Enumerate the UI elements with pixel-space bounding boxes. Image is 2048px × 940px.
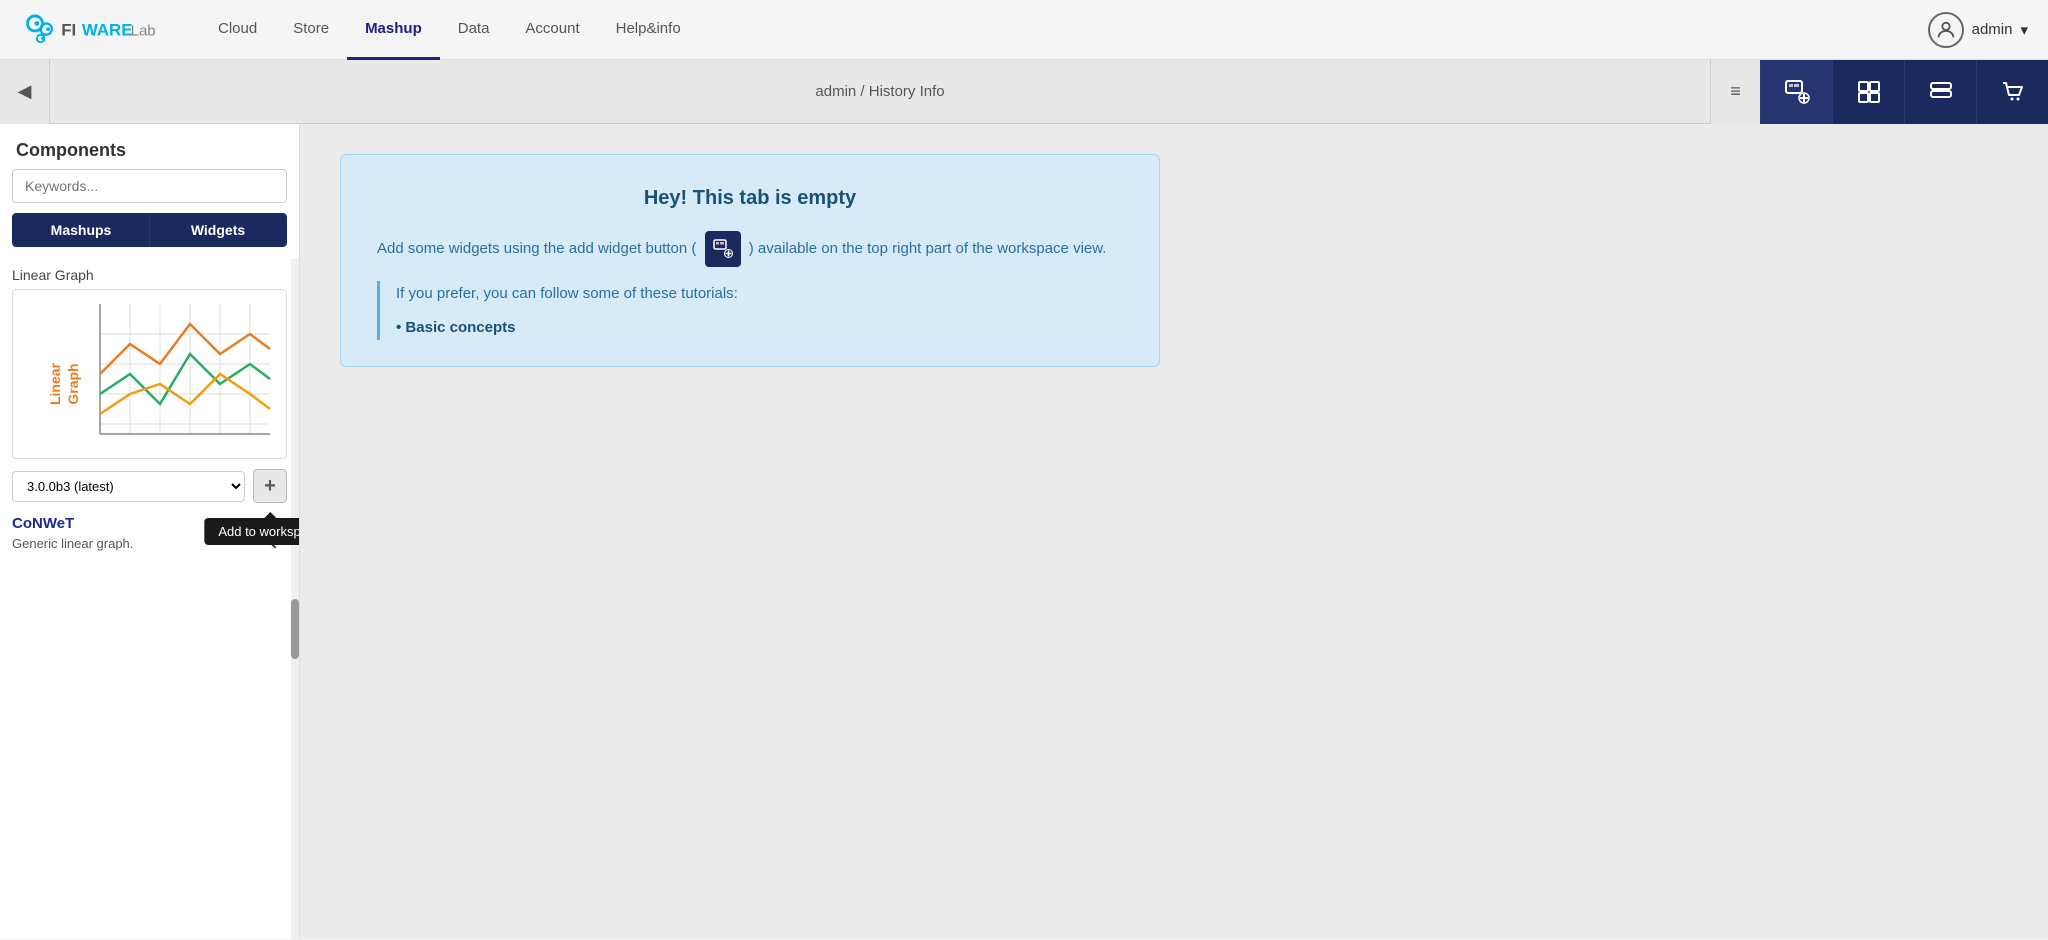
- nav-item-data[interactable]: Data: [440, 0, 508, 60]
- workspace-button[interactable]: [1904, 60, 1976, 124]
- svg-text:Lab: Lab: [131, 22, 156, 39]
- version-row: 3.0.0b3 (latest) + Add to workspace ↖: [12, 469, 287, 503]
- cart-icon: [2000, 79, 2026, 105]
- puzzle-icon: [1856, 79, 1882, 105]
- search-input[interactable]: [12, 169, 287, 203]
- add-widget-inline-icon: [705, 231, 741, 267]
- toolbar-row: ◀ admin / History Info ≡: [0, 60, 2048, 124]
- nav-item-helpinfo[interactable]: Help&info: [598, 0, 699, 60]
- basic-concepts-link[interactable]: Basic concepts: [405, 319, 515, 336]
- nav-item-store[interactable]: Store: [275, 0, 347, 60]
- collapse-sidebar-button[interactable]: ◀: [0, 60, 50, 124]
- empty-tab-title: Hey! This tab is empty: [377, 181, 1123, 215]
- user-menu[interactable]: admin ▾: [1928, 12, 2028, 48]
- user-dropdown-icon: ▾: [2020, 21, 2028, 39]
- components-title: Components: [0, 124, 299, 169]
- empty-body-post: ) available on the top right part of the…: [749, 240, 1107, 257]
- empty-tab-box: Hey! This tab is empty Add some widgets …: [340, 154, 1160, 367]
- user-avatar-icon: [1928, 12, 1964, 48]
- widgets-tab[interactable]: Widgets: [150, 214, 286, 246]
- nav-links: Cloud Store Mashup Data Account Help&inf…: [200, 0, 1928, 60]
- add-icon: +: [264, 475, 276, 498]
- breadcrumb: admin / History Info: [50, 83, 1710, 100]
- version-select[interactable]: 3.0.0b3 (latest): [12, 471, 245, 502]
- component-preview: Linear Graph: [12, 289, 287, 459]
- nav-item-cloud[interactable]: Cloud: [200, 0, 275, 60]
- sidebar: Components Mashups Widgets Linear Graph: [0, 124, 300, 939]
- cart-button[interactable]: [1976, 60, 2048, 124]
- tutorial-item: Basic concepts: [396, 315, 1123, 341]
- toolbar-menu-button[interactable]: ≡: [1710, 60, 1760, 124]
- component-description: Generic linear graph.: [0, 534, 299, 559]
- svg-text:Linear: Linear: [47, 362, 63, 405]
- component-chart: Linear Graph: [20, 294, 280, 454]
- svg-text:WARE: WARE: [82, 20, 133, 39]
- menu-icon: ≡: [1730, 81, 1741, 102]
- main-content: Hey! This tab is empty Add some widgets …: [300, 124, 2048, 939]
- empty-body-pre: Add some widgets using the add widget bu…: [377, 240, 696, 257]
- tab-buttons: Mashups Widgets: [12, 213, 287, 247]
- nav-item-account[interactable]: Account: [507, 0, 597, 60]
- scrollbar-thumb[interactable]: [291, 599, 299, 659]
- sidebar-inner: Linear Graph: [0, 259, 299, 939]
- add-component-button[interactable]: [1832, 60, 1904, 124]
- main-layout: Components Mashups Widgets Linear Graph: [0, 124, 2048, 939]
- nav-right: admin ▾: [1928, 12, 2028, 48]
- tutorials-list: Basic concepts: [396, 315, 1123, 341]
- component-name-label: Linear Graph: [0, 259, 299, 289]
- add-to-workspace-button[interactable]: +: [253, 469, 287, 503]
- mashups-tab[interactable]: Mashups: [13, 214, 150, 246]
- svg-text:FI: FI: [61, 20, 76, 39]
- collapse-icon: ◀: [18, 81, 32, 102]
- tutorials-intro: If you prefer, you can follow some of th…: [396, 281, 1123, 307]
- add-widget-icon: [1784, 79, 1810, 105]
- empty-tab-body: Add some widgets using the add widget bu…: [377, 231, 1123, 267]
- scrollbar-track[interactable]: [291, 259, 299, 939]
- nav-item-mashup[interactable]: Mashup: [347, 0, 440, 60]
- add-widget-button[interactable]: [1760, 60, 1832, 124]
- top-nav: FI WARE Lab Cloud Store Mashup Data Acco…: [0, 0, 2048, 60]
- logo[interactable]: FI WARE Lab: [20, 10, 170, 50]
- tutorials-section: If you prefer, you can follow some of th…: [377, 281, 1123, 340]
- svg-text:Graph: Graph: [65, 363, 81, 404]
- toolbar-actions: [1760, 60, 2048, 124]
- storage-icon: [1928, 79, 1954, 105]
- component-author: CoNWeT: [0, 509, 299, 534]
- user-name-label: admin: [1972, 21, 2013, 38]
